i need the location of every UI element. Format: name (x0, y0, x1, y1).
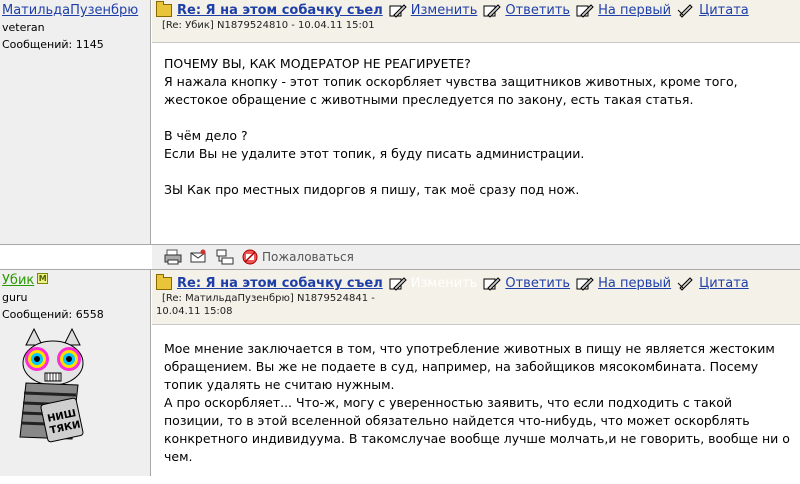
post2-subject-link[interactable]: Re: Я на этом собачку съел (177, 276, 383, 291)
post1-reply-button[interactable]: Ответить (483, 3, 570, 18)
post1-meta: [Re: Убик] N1879524810 - 10.04.11 15:01 (162, 20, 375, 31)
post1-paragraph: ЗЫ Как про местных пидоргов я пишу, так … (164, 182, 580, 197)
post2-body: Мое мнение заключается в том, что употре… (152, 340, 800, 484)
post2-header: Re: Я на этом собачку съел Изменить Отве… (152, 270, 800, 325)
reply-icon (483, 3, 502, 18)
post2-first-button[interactable]: На первый (576, 276, 671, 291)
post1-complain-link[interactable]: Пожаловаться (242, 249, 354, 265)
quote-icon (677, 276, 693, 291)
post2-author-rank: guru (2, 291, 28, 304)
report-icon (242, 249, 258, 265)
tree-view-icon[interactable] (216, 249, 234, 265)
first-icon (576, 3, 594, 18)
post2-paragraph: Мое мнение заключается в том, что употре… (164, 341, 790, 464)
post2-meta-line1: [Re: МатильдаПузенбрю] N1879524841 - (162, 293, 375, 304)
post1-subject-link[interactable]: Re: Я на этом собачку съел (177, 3, 383, 18)
post2-author-name[interactable]: Убик M (2, 273, 148, 288)
post1-body: ПОЧЕМУ ВЫ, КАК МОДЕРАТОР НЕ РЕАГИРУЕТЕ? … (152, 55, 800, 217)
reply-icon (483, 276, 502, 291)
post2-meta-line2: 10.04.11 15:08 (156, 306, 233, 317)
post2-message-count: Сообщений: 6558 (2, 308, 104, 321)
edit-icon (389, 276, 407, 291)
post2-author-panel: Убик M guru Сообщений: 6558 НИШ ТЯКИ (0, 270, 151, 476)
post1-first-button[interactable]: На первый (576, 3, 671, 18)
post2-edit-button[interactable]: Изменить (389, 276, 477, 291)
post1-edit-button[interactable]: Изменить (389, 3, 477, 18)
email-icon[interactable] (190, 249, 208, 265)
post1-toolbar: Пожаловаться (152, 245, 800, 269)
post1-paragraph: ПОЧЕМУ ВЫ, КАК МОДЕРАТОР НЕ РЕАГИРУЕТЕ? … (164, 56, 738, 107)
post2-quote-button[interactable]: Цитата (677, 276, 749, 291)
post1-author-rank: veteran (2, 21, 45, 34)
first-icon (576, 276, 594, 291)
edit-icon (389, 3, 407, 18)
quote-icon (677, 3, 693, 18)
post1-author-name[interactable]: МатильдаПузенбрю (2, 3, 148, 18)
folder-icon (156, 1, 172, 17)
post1-author-panel: МатильдаПузенбрю veteran Сообщений: 1145 (0, 0, 151, 245)
post1-quote-button[interactable]: Цитата (677, 3, 749, 18)
moderator-badge-icon: M (37, 273, 49, 284)
post1-message-count: Сообщений: 1145 (2, 38, 104, 51)
folder-icon (156, 274, 172, 290)
post2-reply-button[interactable]: Ответить (483, 276, 570, 291)
post1-header: Re: Я на этом собачку съел Изменить Отве… (152, 0, 800, 43)
post1-paragraph: В чём дело ? Если Вы не удалите этот топ… (164, 128, 585, 161)
print-icon[interactable] (164, 249, 182, 265)
avatar: НИШ ТЯКИ (19, 327, 84, 443)
